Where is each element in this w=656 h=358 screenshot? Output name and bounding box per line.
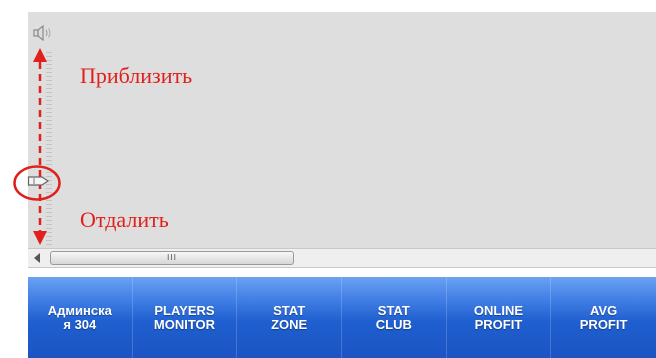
toolbar-button-stat-club[interactable]: STAT CLUB xyxy=(342,277,447,358)
toolbar-button-admin[interactable]: Админска я 304 xyxy=(28,277,133,358)
toolbar-button-players-monitor[interactable]: PLAYERS MONITOR xyxy=(133,277,238,358)
scrollbar-thumb[interactable]: III xyxy=(50,251,294,265)
zoom-in-label: Приблизить xyxy=(80,63,193,88)
speaker-icon[interactable] xyxy=(33,25,53,41)
toolbar-button-stat-zone[interactable]: STAT ZONE xyxy=(237,277,342,358)
horizontal-scrollbar[interactable]: III xyxy=(28,248,656,268)
zoom-out-label: Отдалить xyxy=(80,207,169,232)
zoom-range-arrow-annotation xyxy=(33,48,47,245)
toolbar-button-online-profit[interactable]: ONLINE PROFIT xyxy=(447,277,552,358)
toolbar-button-avg-profit[interactable]: AVG PROFIT xyxy=(551,277,656,358)
bottom-toolbar: Админска я 304 PLAYERS MONITOR STAT ZONE… xyxy=(28,277,656,358)
scroll-left-arrow-icon[interactable] xyxy=(34,253,40,263)
slider-highlight-circle xyxy=(13,165,61,201)
